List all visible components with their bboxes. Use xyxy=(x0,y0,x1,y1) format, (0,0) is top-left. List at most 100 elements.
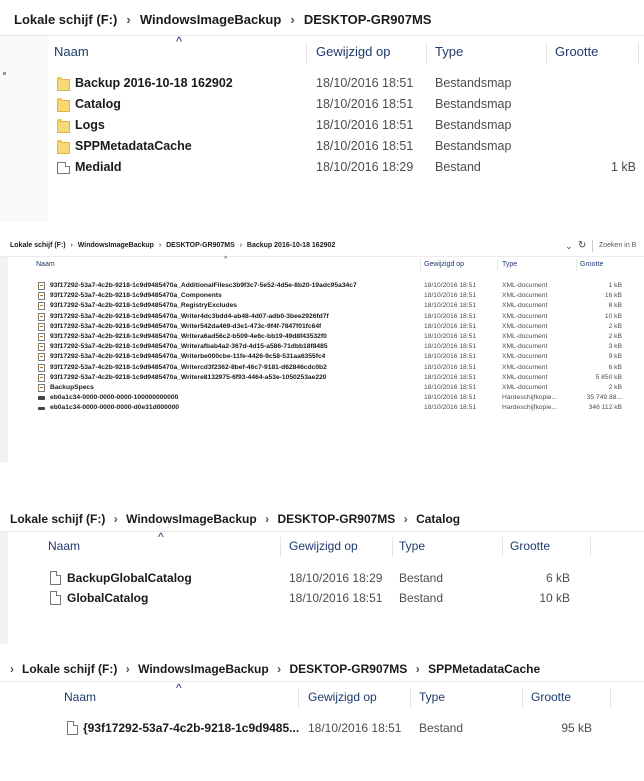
column-header-size[interactable]: Grootte xyxy=(580,261,603,268)
column-header-type[interactable]: Type xyxy=(399,539,425,553)
column-resize-handle[interactable] xyxy=(392,537,393,558)
file-list-row[interactable]: 93f17292-53a7-4c2b-9218-1c9d9485470a_Wri… xyxy=(0,322,644,332)
breadcrumb[interactable]: › Lokale schijf (F:) › WindowsImageBackup › D… xyxy=(10,662,644,676)
breadcrumb-separator-icon[interactable]: › xyxy=(416,662,420,676)
column-resize-handle[interactable] xyxy=(298,688,299,709)
breadcrumb-separator-icon[interactable]: › xyxy=(126,12,130,27)
column-resize-handle[interactable] xyxy=(497,259,498,271)
column-resize-handle[interactable] xyxy=(546,42,547,65)
breadcrumb-separator-icon[interactable]: › xyxy=(10,662,14,676)
column-resize-handle[interactable] xyxy=(522,688,523,709)
file-list-row[interactable]: 93f17292-53a7-4c2b-9218-1c9d9485470a_Wri… xyxy=(0,363,644,373)
column-header-modified[interactable]: Gewijzigd op xyxy=(289,539,358,553)
breadcrumb-item[interactable]: DESKTOP-GR907MS xyxy=(290,662,408,676)
file-list-row[interactable]: 93f17292-53a7-4c2b-9218-1c9d9485470a_Wri… xyxy=(0,373,644,383)
refresh-icon[interactable]: ↻ xyxy=(578,240,586,251)
address-divider xyxy=(0,256,644,257)
column-header-modified[interactable]: Gewijzigd op xyxy=(308,690,377,704)
file-list-row[interactable]: eb0a1c34-0000-0000-0000-d0e31d000000 18/1… xyxy=(0,403,644,413)
file-type: Bestandsmap xyxy=(435,118,512,132)
breadcrumb-item[interactable]: WindowsImageBackup xyxy=(126,512,257,526)
column-resize-handle[interactable] xyxy=(280,537,281,558)
file-type: Bestandsmap xyxy=(435,76,512,90)
breadcrumb-item[interactable]: DESKTOP-GR907MS xyxy=(278,512,396,526)
column-resize-handle[interactable] xyxy=(306,42,307,65)
search-input[interactable]: Zoeken in B xyxy=(592,240,636,252)
column-resize-handle[interactable] xyxy=(590,537,591,558)
column-resize-handle[interactable] xyxy=(410,688,411,709)
breadcrumb-item[interactable]: WindowsImageBackup xyxy=(78,242,154,249)
file-list-row[interactable]: 93f17292-53a7-4c2b-9218-1c9d9485470a_Com… xyxy=(0,291,644,301)
file-list-row[interactable]: 93f17292-53a7-4c2b-9218-1c9d9485470a_Add… xyxy=(0,281,644,291)
breadcrumb-separator-icon[interactable]: › xyxy=(126,662,130,676)
breadcrumb-separator-icon[interactable]: › xyxy=(114,512,118,526)
file-list-row[interactable]: GlobalCatalog 18/10/2016 18:51 Bestand 10 k… xyxy=(0,588,644,608)
breadcrumb-item[interactable]: Lokale schijf (F:) xyxy=(14,12,117,27)
file-list-row[interactable]: BackupSpecs 18/10/2016 18:51 XML-document 2… xyxy=(0,383,644,393)
file-list-row[interactable]: 93f17292-53a7-4c2b-9218-1c9d9485470a_Wri… xyxy=(0,332,644,342)
column-resize-handle[interactable] xyxy=(426,42,427,65)
column-header-name[interactable]: Naam xyxy=(36,261,55,268)
column-header-size[interactable]: Grootte xyxy=(555,44,598,59)
column-header-type[interactable]: Type xyxy=(435,44,463,59)
breadcrumb-separator-icon[interactable]: › xyxy=(404,512,408,526)
breadcrumb-item[interactable]: WindowsImageBackup xyxy=(138,662,269,676)
column-header-type[interactable]: Type xyxy=(419,690,445,704)
file-list-row[interactable]: 93f17292-53a7-4c2b-9218-1c9d9485470a_Wri… xyxy=(0,342,644,352)
breadcrumb[interactable]: Lokale schijf (F:) › WindowsImageBackup › DE… xyxy=(10,242,644,249)
column-resize-handle[interactable] xyxy=(610,688,611,709)
file-list-row[interactable]: 93f17292-53a7-4c2b-9218-1c9d9485470a_Reg… xyxy=(0,301,644,311)
breadcrumb-separator-icon[interactable]: › xyxy=(277,662,281,676)
breadcrumb-separator-icon[interactable]: › xyxy=(290,12,294,27)
chevron-down-icon[interactable]: ⌄ xyxy=(565,241,573,252)
breadcrumb-item[interactable]: Backup 2016-10-18 162902 xyxy=(247,242,335,249)
breadcrumb-item[interactable]: WindowsImageBackup xyxy=(140,12,281,27)
file-list-row[interactable]: 93f17292-53a7-4c2b-9218-1c9d9485470a_Wri… xyxy=(0,312,644,322)
breadcrumb-separator-icon[interactable]: › xyxy=(159,242,161,249)
breadcrumb-item[interactable]: Lokale schijf (F:) xyxy=(22,662,117,676)
file-name: GlobalCatalog xyxy=(67,591,149,605)
column-header-type[interactable]: Type xyxy=(502,261,517,268)
column-header-name[interactable]: Naam xyxy=(64,690,96,704)
breadcrumb-item[interactable]: SPPMetadataCache xyxy=(428,662,540,676)
file-size: 1 kB xyxy=(610,160,636,174)
file-list-row[interactable]: 93f17292-53a7-4c2b-9218-1c9d9485470a_Wri… xyxy=(0,352,644,362)
column-header-modified[interactable]: Gewijzigd op xyxy=(424,261,464,268)
file-list-row[interactable]: Logs 18/10/2016 18:51 Bestandsmap xyxy=(0,115,644,136)
address-divider xyxy=(0,531,644,532)
file-list-row[interactable]: MediaId 18/10/2016 18:29 Bestand 1 kB xyxy=(0,157,644,178)
breadcrumb-item[interactable]: Lokale schijf (F:) xyxy=(10,512,105,526)
file-list-row[interactable]: SPPMetadataCache 18/10/2016 18:51 Bestands… xyxy=(0,136,644,157)
folder-icon xyxy=(57,139,70,154)
file-list-row[interactable]: eb0a1c34-0000-0000-0000-100000000000 18/1… xyxy=(0,393,644,403)
breadcrumb-item[interactable]: Lokale schijf (F:) xyxy=(10,242,66,249)
column-header-size[interactable]: Grootte xyxy=(510,539,550,553)
file-name: 93f17292-53a7-4c2b-9218-1c9d9485470a_Add… xyxy=(50,282,357,289)
date-modified: 18/10/2016 18:51 xyxy=(424,333,477,340)
file-size: 3 kB xyxy=(608,343,622,351)
file-list-row[interactable]: Catalog 18/10/2016 18:51 Bestandsmap xyxy=(0,94,644,115)
file-list-row[interactable]: Backup 2016-10-18 162902 18/10/2016 18:51… xyxy=(0,73,644,94)
column-resize-handle[interactable] xyxy=(638,42,639,65)
breadcrumb-item[interactable]: Catalog xyxy=(416,512,460,526)
breadcrumb-separator-icon[interactable]: › xyxy=(265,512,269,526)
column-header-name[interactable]: Naam xyxy=(54,44,89,59)
file-icon xyxy=(50,571,61,585)
date-modified: 18/10/2016 18:51 xyxy=(316,139,414,153)
column-header-size[interactable]: Grootte xyxy=(531,690,571,704)
file-type: XML-document xyxy=(502,373,548,381)
breadcrumb[interactable]: Lokale schijf (F:) › WindowsImageBackup › DE… xyxy=(14,12,644,27)
file-list-row[interactable]: {93f17292-53a7-4c2b-9218-1c9d9485... 18/1… xyxy=(0,718,644,738)
date-modified: 18/10/2016 18:51 xyxy=(424,353,477,361)
column-resize-handle[interactable] xyxy=(576,259,577,271)
column-resize-handle[interactable] xyxy=(502,537,503,558)
breadcrumb-item[interactable]: DESKTOP-GR907MS xyxy=(304,12,432,27)
breadcrumb-item[interactable]: DESKTOP-GR907MS xyxy=(166,242,235,249)
breadcrumb-separator-icon[interactable]: › xyxy=(71,242,73,249)
breadcrumb-separator-icon[interactable]: › xyxy=(240,242,242,249)
breadcrumb[interactable]: Lokale schijf (F:) › WindowsImageBackup › DE… xyxy=(10,512,644,526)
column-header-name[interactable]: Naam xyxy=(48,539,80,553)
column-resize-handle[interactable] xyxy=(420,259,421,271)
column-header-modified[interactable]: Gewijzigd op xyxy=(316,44,390,59)
file-list-row[interactable]: BackupGlobalCatalog 18/10/2016 18:29 Besta… xyxy=(0,568,644,588)
